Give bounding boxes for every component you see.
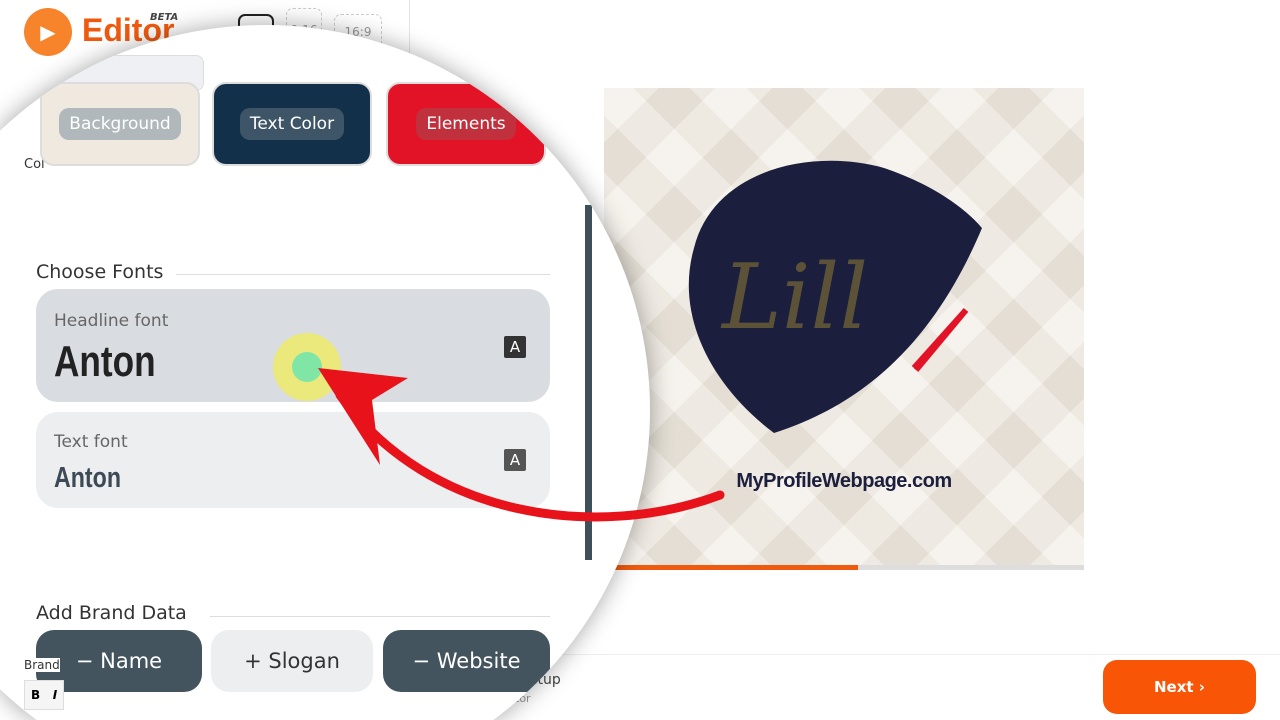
text-font-card[interactable]: Text font Anton A — [36, 412, 550, 508]
text-color-swatch[interactable]: Text Color — [212, 82, 372, 166]
text-font-value: Anton — [54, 462, 121, 494]
add-brand-data-heading: Add Brand Data — [36, 602, 187, 624]
next-button[interactable]: Next › — [1103, 660, 1256, 714]
text-color-swatch-label: Text Color — [239, 108, 345, 140]
divider — [176, 274, 550, 275]
magnifier-lens: Col Background Text Color Elements Choos… — [0, 25, 650, 720]
font-picker-icon[interactable]: A — [504, 336, 526, 358]
slogan-toggle-button[interactable]: + Slogan — [211, 630, 373, 692]
text-font-label: Text font — [54, 432, 128, 452]
headline-font-label: Headline font — [54, 311, 169, 331]
website-text: MyProfileWebpage.com — [736, 470, 952, 492]
italic-button[interactable]: I — [53, 688, 57, 702]
cursor-icon — [292, 352, 322, 382]
background-swatch-label: Background — [59, 108, 181, 140]
background-swatch[interactable]: Background — [40, 82, 200, 166]
font-picker-icon[interactable]: A — [504, 449, 526, 471]
divider — [210, 616, 550, 617]
elements-swatch[interactable]: Elements — [386, 82, 546, 166]
magnifier-lens-shadow: Col Background Text Color Elements Choos… — [0, 0, 650, 720]
logo-text: Lill — [720, 245, 868, 350]
brand-label: Brand — [24, 658, 60, 672]
design-preview: Lill MyProfileWebpage.com — [604, 88, 1084, 568]
choose-fonts-heading: Choose Fonts — [36, 261, 164, 283]
bold-button[interactable]: B — [31, 688, 40, 702]
logo-mark: Lill — [688, 160, 982, 433]
progress-bar — [604, 565, 1084, 570]
headline-font-value: Anton — [54, 337, 156, 386]
website-toggle-button[interactable]: − Website — [383, 630, 550, 692]
scrollbar[interactable] — [585, 205, 592, 560]
elements-swatch-label: Elements — [416, 108, 516, 140]
format-toolbar: B I — [24, 680, 64, 710]
